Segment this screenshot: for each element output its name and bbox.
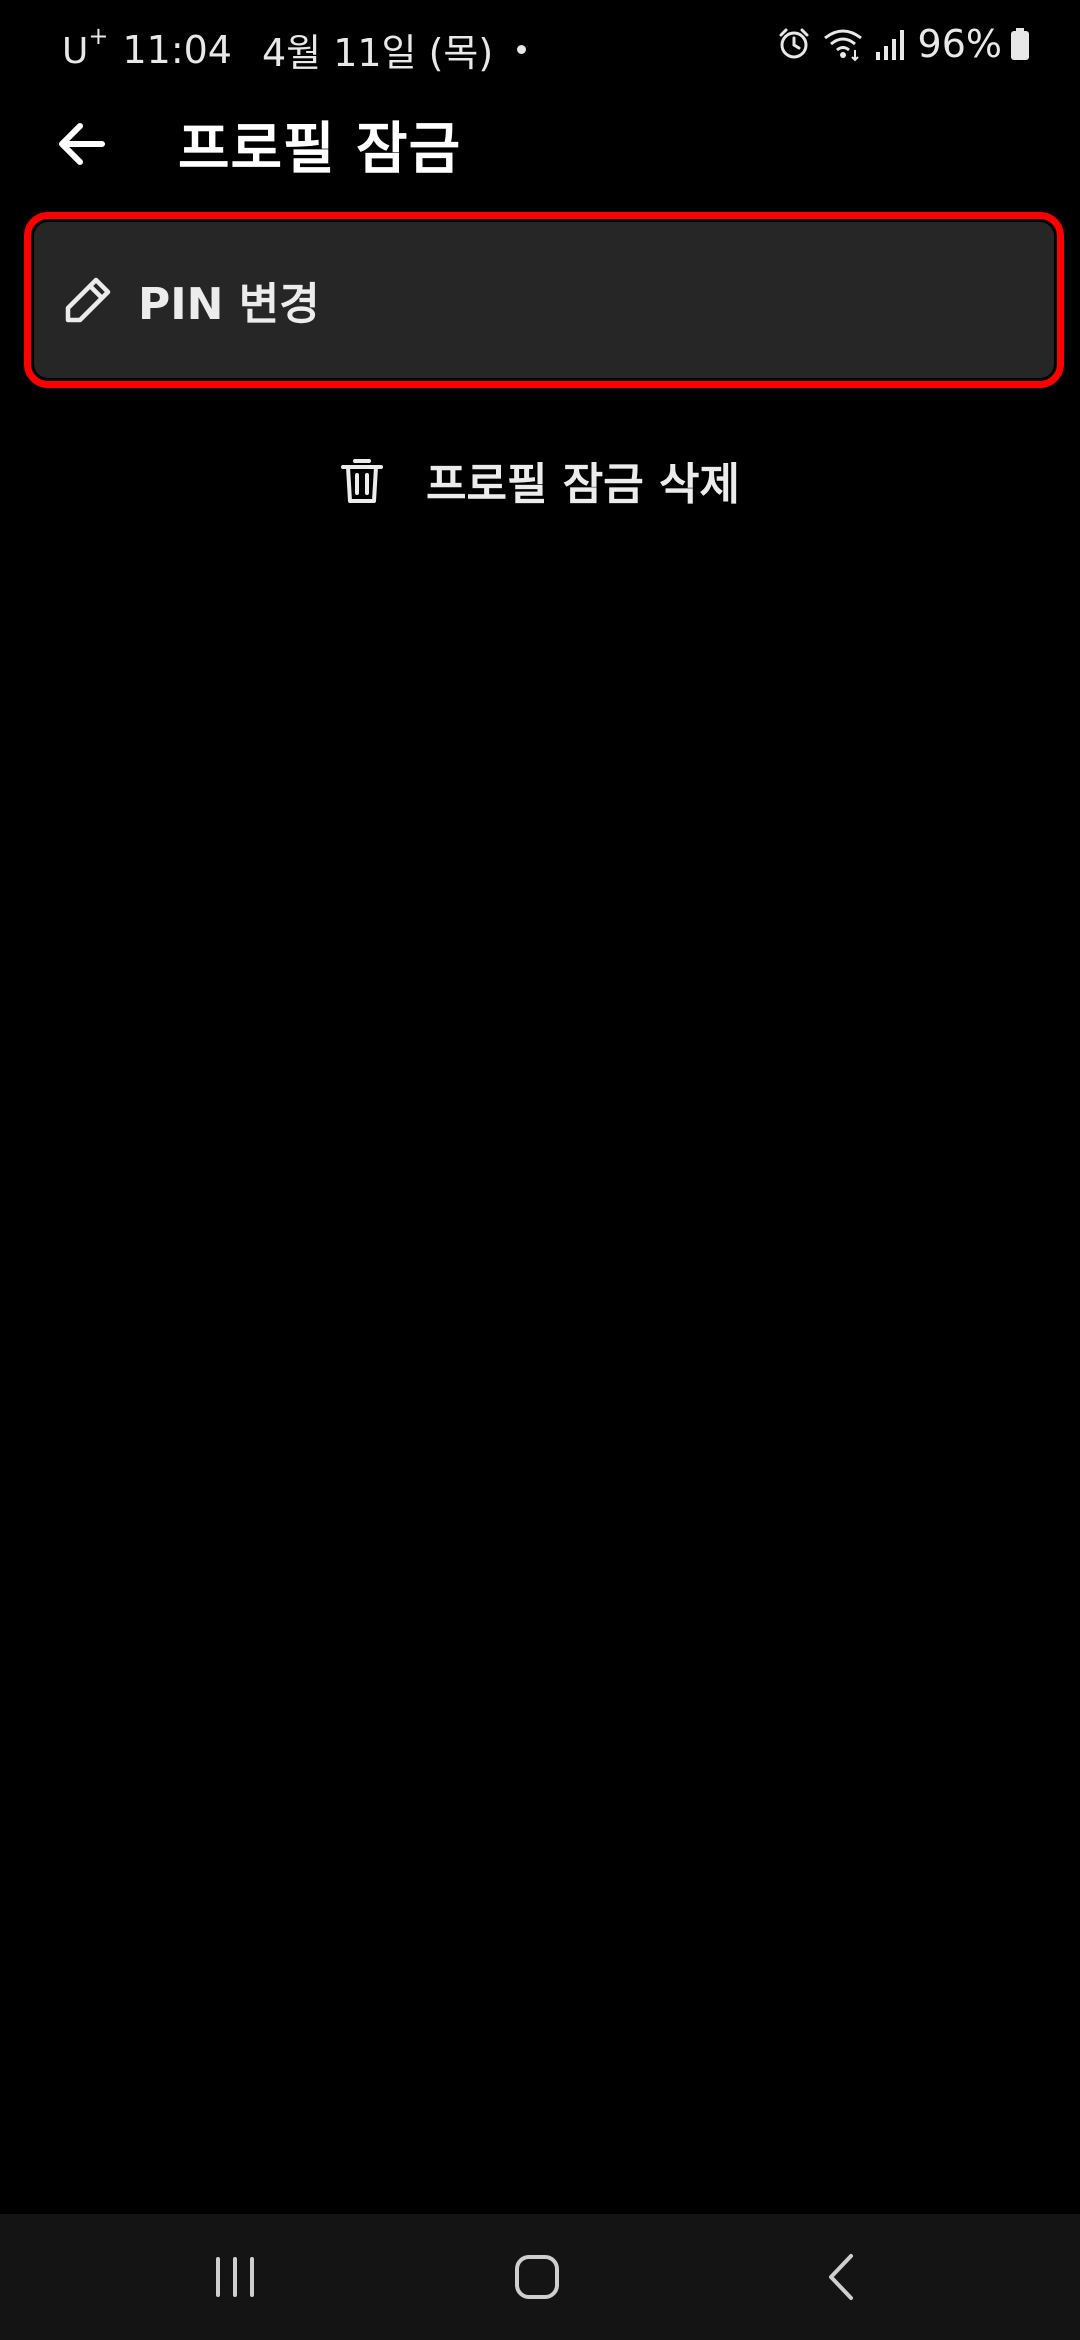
delete-lock-label: 프로필 잠금 삭제 [426,459,740,510]
pin-change-label: PIN 변경 [138,279,320,330]
battery-percent: 96% [917,22,1002,66]
status-right: 96% [776,22,1040,66]
trash-icon [341,459,383,503]
back-button[interactable] [52,116,116,172]
nav-back-button[interactable] [796,2242,886,2312]
battery-icon [1011,28,1029,60]
delete-lock-button[interactable]: 프로필 잠금 삭제 [340,440,740,520]
status-date: 4월 11일 (목) [261,31,494,75]
app-bar: 프로필 잠금 [0,100,1080,182]
page-title: 프로필 잠금 [178,117,462,182]
navigation-bar [0,2214,1080,2340]
pin-change-button[interactable]: PIN 변경 [34,222,1054,378]
pencil-icon [65,277,111,323]
status-time: 11:04 [122,27,232,72]
status-bar: U+ 11:04 4월 11일 (목) 96% [0,0,1080,100]
home-button[interactable] [492,2242,582,2312]
wifi-icon [823,29,862,62]
status-left: U+ 11:04 4월 11일 (목) [62,21,527,77]
alarm-icon [779,28,809,59]
home-icon [515,2255,559,2299]
recents-button[interactable] [190,2242,280,2312]
signal-icon [875,30,904,60]
notification-dot-icon [517,45,527,54]
arrow-left-icon [59,123,105,165]
carrier: U+ [62,21,109,72]
chevron-left-icon [829,2254,853,2300]
recents-icon [216,2257,254,2297]
